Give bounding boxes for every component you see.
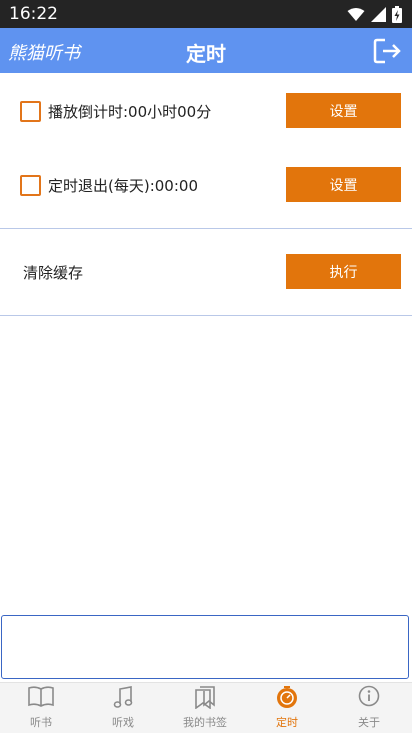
status-time: 16:22 [9,4,58,24]
page-title: 定时 [186,42,226,66]
playback-timer-set-button[interactable]: 设置 [286,93,401,128]
tab-my-bookmarks[interactable]: 我的书签 [164,683,246,733]
clear-cache-execute-button[interactable]: 执行 [286,254,401,289]
tab-label: 关于 [358,716,380,729]
wifi-icon [347,8,365,21]
daily-exit-set-button[interactable]: 设置 [286,167,401,202]
clear-cache-label: 清除缓存 [23,264,84,282]
info-icon [358,685,380,707]
bottom-tab-bar: 听书 听戏 我的书签 定时 关于 [0,682,412,733]
bookmark-icon [195,686,215,709]
playback-timer-checkbox[interactable] [20,101,41,122]
music-note-icon [113,686,133,708]
timer-icon [277,686,297,708]
divider [0,315,412,316]
daily-exit-checkbox[interactable] [20,175,41,196]
battery-icon [392,6,402,23]
signal-icon [371,7,386,22]
tab-label: 我的书签 [183,716,227,729]
status-icons [347,6,402,23]
daily-exit-label: 定时退出(每天):00:00 [48,177,198,195]
tab-timer[interactable]: 定时 [246,683,328,733]
exit-icon[interactable] [372,36,402,66]
tab-listen-opera[interactable]: 听戏 [82,683,164,733]
tab-label: 定时 [276,716,298,729]
book-icon [28,686,54,707]
tab-listen-books[interactable]: 听书 [0,683,82,733]
app-header: 熊猫听书 定时 [0,28,412,73]
tab-label: 听书 [30,716,52,729]
playback-timer-label: 播放倒计时:00小时00分 [48,103,212,121]
status-bar: 16:22 [0,0,412,28]
divider [0,228,412,229]
text-input-area[interactable] [1,615,409,679]
tab-about[interactable]: 关于 [328,683,410,733]
tab-label: 听戏 [112,716,134,729]
